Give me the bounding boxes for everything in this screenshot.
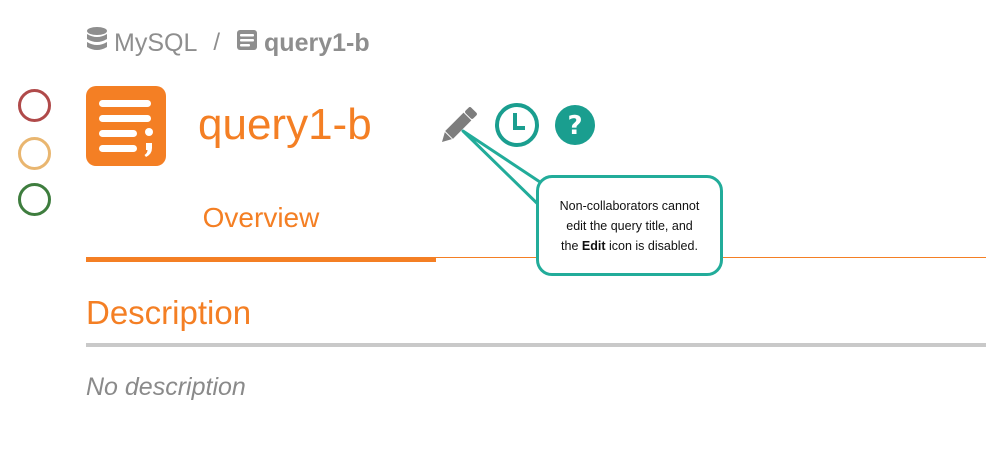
query-small-icon bbox=[236, 29, 258, 58]
page-title: query1-b bbox=[198, 100, 372, 149]
breadcrumb-database-link[interactable]: MySQL bbox=[114, 29, 197, 58]
tab-overview[interactable]: Overview bbox=[86, 202, 436, 234]
description-empty-text: No description bbox=[86, 373, 246, 401]
pencil-icon[interactable] bbox=[437, 105, 481, 150]
callout-line-3-post: icon is disabled. bbox=[605, 238, 698, 253]
breadcrumb-current: query1-b bbox=[264, 28, 370, 57]
database-icon bbox=[86, 26, 108, 61]
svg-text:?: ? bbox=[567, 111, 582, 141]
status-dot-red bbox=[18, 89, 51, 122]
section-heading: Description bbox=[86, 294, 252, 331]
callout-edit-keyword: Edit bbox=[581, 238, 606, 253]
callout-line-3-pre: the bbox=[561, 238, 582, 253]
callout-line-3: the Edit icon is disabled. bbox=[561, 236, 698, 256]
callout-tooltip: Non-collaborators cannot edit the query … bbox=[536, 175, 723, 276]
callout-line-1: Non-collaborators cannot bbox=[559, 198, 700, 213]
clock-icon[interactable] bbox=[494, 102, 540, 153]
breadcrumb-separator: / bbox=[213, 29, 221, 56]
query-icon bbox=[86, 86, 166, 166]
tab-active-indicator bbox=[86, 257, 436, 262]
status-dot-yellow bbox=[18, 137, 51, 170]
breadcrumb: MySQL / query1-b bbox=[86, 26, 370, 60]
callout-line-2: edit the query title, and bbox=[566, 218, 693, 233]
section-divider bbox=[86, 343, 986, 347]
status-dot-green bbox=[18, 183, 51, 216]
question-circle-icon[interactable]: ? bbox=[554, 104, 596, 151]
